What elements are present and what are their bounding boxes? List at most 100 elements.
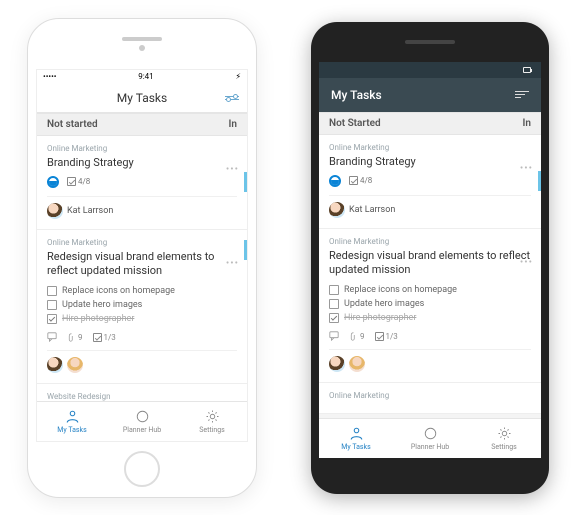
person-icon xyxy=(65,409,80,424)
checklist-icon xyxy=(67,177,76,186)
iphone-device: ••••• 9:41 ⚡︎ My Tasks Not started In On… xyxy=(27,18,257,498)
task-card[interactable]: Website Redesign Include social media ta… xyxy=(37,384,247,400)
task-card[interactable]: Online Marketing Redesign visual brand e… xyxy=(319,229,541,384)
scroll-indicator xyxy=(244,240,247,260)
checklist-item[interactable]: Update hero images xyxy=(329,297,531,311)
tab-settings[interactable]: Settings xyxy=(177,402,247,441)
progress-icon xyxy=(329,175,341,187)
project-label: Online Marketing xyxy=(329,237,531,246)
tab-planner-hub[interactable]: Planner Hub xyxy=(107,402,177,441)
tab-my-tasks[interactable]: My Tasks xyxy=(319,419,393,458)
more-icon[interactable]: ••• xyxy=(226,258,239,269)
tab-settings[interactable]: Settings xyxy=(467,419,541,458)
checkbox-icon[interactable] xyxy=(47,286,57,296)
gear-icon xyxy=(497,426,512,441)
task-title: Branding Strategy xyxy=(47,156,237,170)
section-header: Not Started In xyxy=(319,112,541,135)
task-card[interactable]: Online Marketing Branding Strategy 4/8 •… xyxy=(319,135,541,229)
scroll-indicator xyxy=(538,171,541,191)
section-header: Not started In xyxy=(37,113,247,136)
android-screen: My Tasks Not Started In Online Marketing… xyxy=(319,62,541,458)
tab-label: Planner Hub xyxy=(411,443,449,451)
checklist-count: 4/8 xyxy=(349,176,372,185)
scroll-indicator xyxy=(244,172,247,192)
checklist: Replace icons on homepage Update hero im… xyxy=(47,284,237,326)
project-label: Online Marketing xyxy=(329,391,531,400)
project-label: Online Marketing xyxy=(329,143,531,152)
project-label: Online Marketing xyxy=(47,238,237,247)
checklist: Replace icons on homepage Update hero im… xyxy=(329,283,531,325)
checkbox-icon[interactable] xyxy=(47,300,57,310)
task-card[interactable]: Online Marketing Branding Strategy 4/8 •… xyxy=(37,136,247,230)
sort-icon[interactable] xyxy=(515,89,529,100)
task-title: Redesign visual brand elements to reflec… xyxy=(329,249,531,278)
section-peek: In xyxy=(229,119,237,130)
android-status-bar xyxy=(319,62,541,78)
project-label: Website Redesign xyxy=(47,392,237,400)
tab-label: My Tasks xyxy=(341,443,370,451)
more-icon[interactable]: ••• xyxy=(520,163,533,174)
task-list[interactable]: Online Marketing Branding Strategy 4/8 •… xyxy=(37,136,247,401)
tab-my-tasks[interactable]: My Tasks xyxy=(37,402,107,441)
android-device: My Tasks Not Started In Online Marketing… xyxy=(311,22,549,494)
task-title: Redesign visual brand elements to reflec… xyxy=(47,250,237,279)
tab-label: Planner Hub xyxy=(123,426,161,434)
checklist-icon xyxy=(93,333,102,342)
section-label: Not Started xyxy=(329,118,381,129)
checklist-item[interactable]: Update hero images xyxy=(47,298,237,312)
checklist-icon xyxy=(349,176,358,185)
task-title: Branding Strategy xyxy=(329,155,531,169)
checklist-count: 4/8 xyxy=(67,177,90,186)
assignee-name: Kat Larrson xyxy=(67,206,113,216)
android-header: My Tasks xyxy=(319,78,541,112)
tab-label: Settings xyxy=(491,443,517,451)
progress-icon xyxy=(47,176,59,188)
attachments-count: 9 xyxy=(67,333,83,342)
battery-icon xyxy=(523,67,531,73)
page-title: My Tasks xyxy=(117,91,167,105)
checkbox-icon[interactable] xyxy=(329,299,339,309)
filter-icon[interactable] xyxy=(225,94,239,102)
tab-planner-hub[interactable]: Planner Hub xyxy=(393,419,467,458)
avatar xyxy=(67,357,83,373)
tab-label: My Tasks xyxy=(57,426,86,434)
comments-icon xyxy=(329,331,339,341)
more-icon[interactable]: ••• xyxy=(520,257,533,268)
checklist-item[interactable]: Hire photographer xyxy=(329,311,531,325)
ios-screen: ••••• 9:41 ⚡︎ My Tasks Not started In On… xyxy=(36,69,248,442)
ios-status-bar: ••••• 9:41 ⚡︎ xyxy=(37,70,247,84)
avatar xyxy=(47,357,63,373)
avatar xyxy=(349,356,365,372)
checklist-item[interactable]: Replace icons on homepage xyxy=(47,284,237,298)
checklist-count: 1/3 xyxy=(375,332,398,341)
page-title: My Tasks xyxy=(331,88,382,102)
tab-bar: My Tasks Planner Hub Settings xyxy=(319,418,541,458)
checklist-item[interactable]: Replace icons on homepage xyxy=(329,283,531,297)
attachments-count: 9 xyxy=(349,332,365,341)
tab-label: Settings xyxy=(199,426,225,434)
avatar xyxy=(329,202,345,218)
ios-header: My Tasks xyxy=(37,84,247,113)
avatar xyxy=(47,203,63,219)
checklist-icon xyxy=(375,332,384,341)
section-peek: In xyxy=(523,118,531,129)
tab-bar: My Tasks Planner Hub Settings xyxy=(37,401,247,441)
task-card[interactable]: Online Marketing xyxy=(319,383,541,414)
section-label: Not started xyxy=(47,119,98,130)
assignee-name: Kat Larrson xyxy=(349,205,395,215)
hub-icon xyxy=(423,426,438,441)
task-list[interactable]: Online Marketing Branding Strategy 4/8 •… xyxy=(319,135,541,418)
task-card[interactable]: Online Marketing Redesign visual brand e… xyxy=(37,230,247,385)
more-icon[interactable]: ••• xyxy=(226,164,239,175)
home-button[interactable] xyxy=(124,451,160,487)
checkbox-icon[interactable] xyxy=(329,313,339,323)
checkbox-icon[interactable] xyxy=(47,314,57,324)
avatar xyxy=(329,356,345,372)
checkbox-icon[interactable] xyxy=(329,285,339,295)
checklist-item[interactable]: Hire photographer xyxy=(47,312,237,326)
checklist-count: 1/3 xyxy=(93,333,116,342)
person-icon xyxy=(349,426,364,441)
comments-icon xyxy=(47,332,57,342)
project-label: Online Marketing xyxy=(47,144,237,153)
hub-icon xyxy=(135,409,150,424)
